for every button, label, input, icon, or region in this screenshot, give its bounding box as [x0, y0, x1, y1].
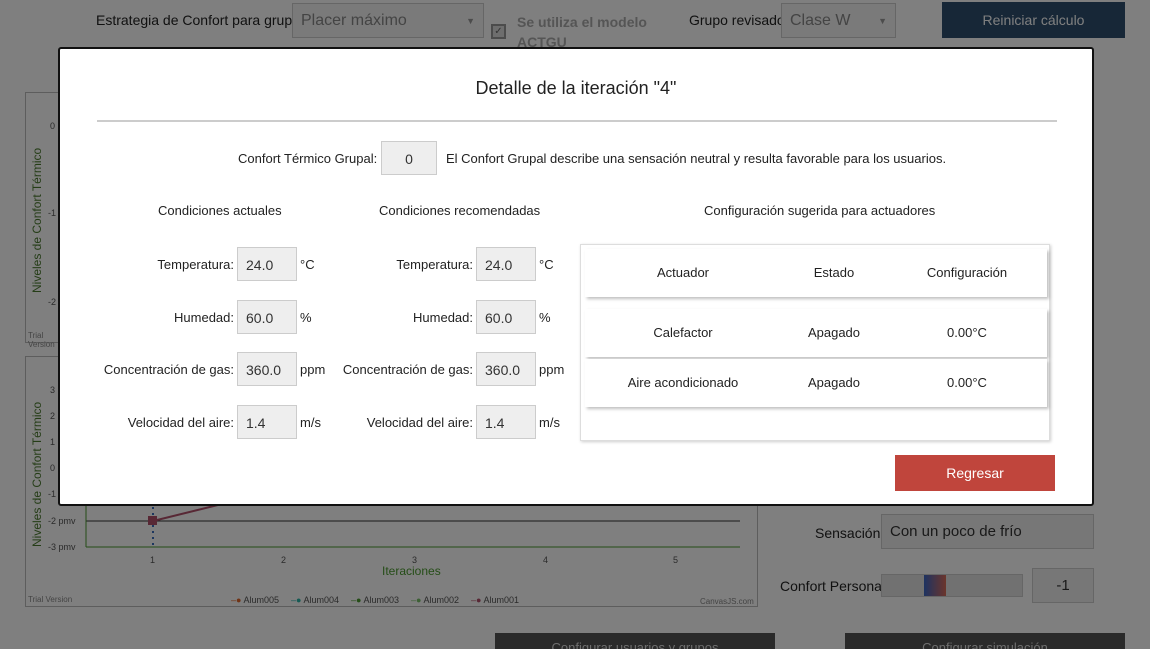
table-cell: 0.00°C — [947, 375, 987, 390]
recommended-temp-value: 24.0 — [476, 247, 536, 281]
header-cell: Estado — [813, 265, 855, 280]
table-cell: Apagado — [807, 375, 861, 390]
group-comfort-description: El Confort Grupal describe una sensación… — [446, 151, 947, 166]
table-cell: 0.00°C — [947, 325, 987, 340]
recommended-temp-unit: °C — [539, 257, 554, 272]
recommended-hum-unit: % — [539, 310, 551, 325]
recommended-air-label: Velocidad del aire: — [366, 415, 473, 430]
current-gas-value: 360.0 — [237, 352, 297, 386]
actuators-heading: Configuración sugerida para actuadores — [704, 203, 936, 218]
recommended-hum-value: 60.0 — [476, 300, 536, 334]
divider — [97, 120, 1057, 122]
header-cell: Actuador — [656, 265, 710, 280]
iteration-detail-modal: Detalle de la iteración "4" Confort Térm… — [58, 47, 1094, 506]
current-temp-label: Temperatura: — [157, 257, 234, 272]
actuators-table: Actuador Estado Configuración Calefactor… — [580, 244, 1050, 441]
current-hum-unit: % — [300, 310, 312, 325]
recommended-air-unit: m/s — [539, 415, 560, 430]
table-header: Actuador Estado Configuración — [585, 249, 1047, 297]
current-gas-label: Concentración de gas: — [103, 362, 234, 377]
current-air-unit: m/s — [300, 415, 321, 430]
recommended-hum-label: Humedad: — [413, 310, 473, 325]
current-air-value: 1.4 — [237, 405, 297, 439]
recommended-air-value: 1.4 — [476, 405, 536, 439]
recommended-conditions-heading: Condiciones recomendadas — [379, 203, 541, 218]
current-air-label: Velocidad del aire: — [127, 415, 234, 430]
table-cell: Apagado — [807, 325, 861, 340]
recommended-gas-unit: ppm — [539, 362, 565, 377]
current-conditions-heading: Condiciones actuales — [158, 203, 282, 218]
table-row: Calefactor Apagado 0.00°C — [585, 309, 1047, 357]
current-temp-unit: °C — [300, 257, 315, 272]
table-cell: Aire acondicionado — [627, 375, 739, 390]
recommended-temp-label: Temperatura: — [396, 257, 473, 272]
table-cell: Calefactor — [653, 325, 713, 340]
recommended-gas-value: 360.0 — [476, 352, 536, 386]
current-temp-value: 24.0 — [237, 247, 297, 281]
table-row: Aire acondicionado Apagado 0.00°C — [585, 359, 1047, 407]
current-hum-label: Humedad: — [174, 310, 234, 325]
back-button[interactable]: Regresar — [895, 455, 1055, 491]
recommended-gas-label: Concentración de gas: — [342, 362, 473, 377]
modal-title: Detalle de la iteración "4" — [475, 78, 677, 98]
group-comfort-value: 0 — [381, 141, 437, 175]
group-comfort-label: Confort Térmico Grupal: — [238, 151, 378, 166]
current-hum-value: 60.0 — [237, 300, 297, 334]
header-cell: Configuración — [926, 265, 1008, 280]
